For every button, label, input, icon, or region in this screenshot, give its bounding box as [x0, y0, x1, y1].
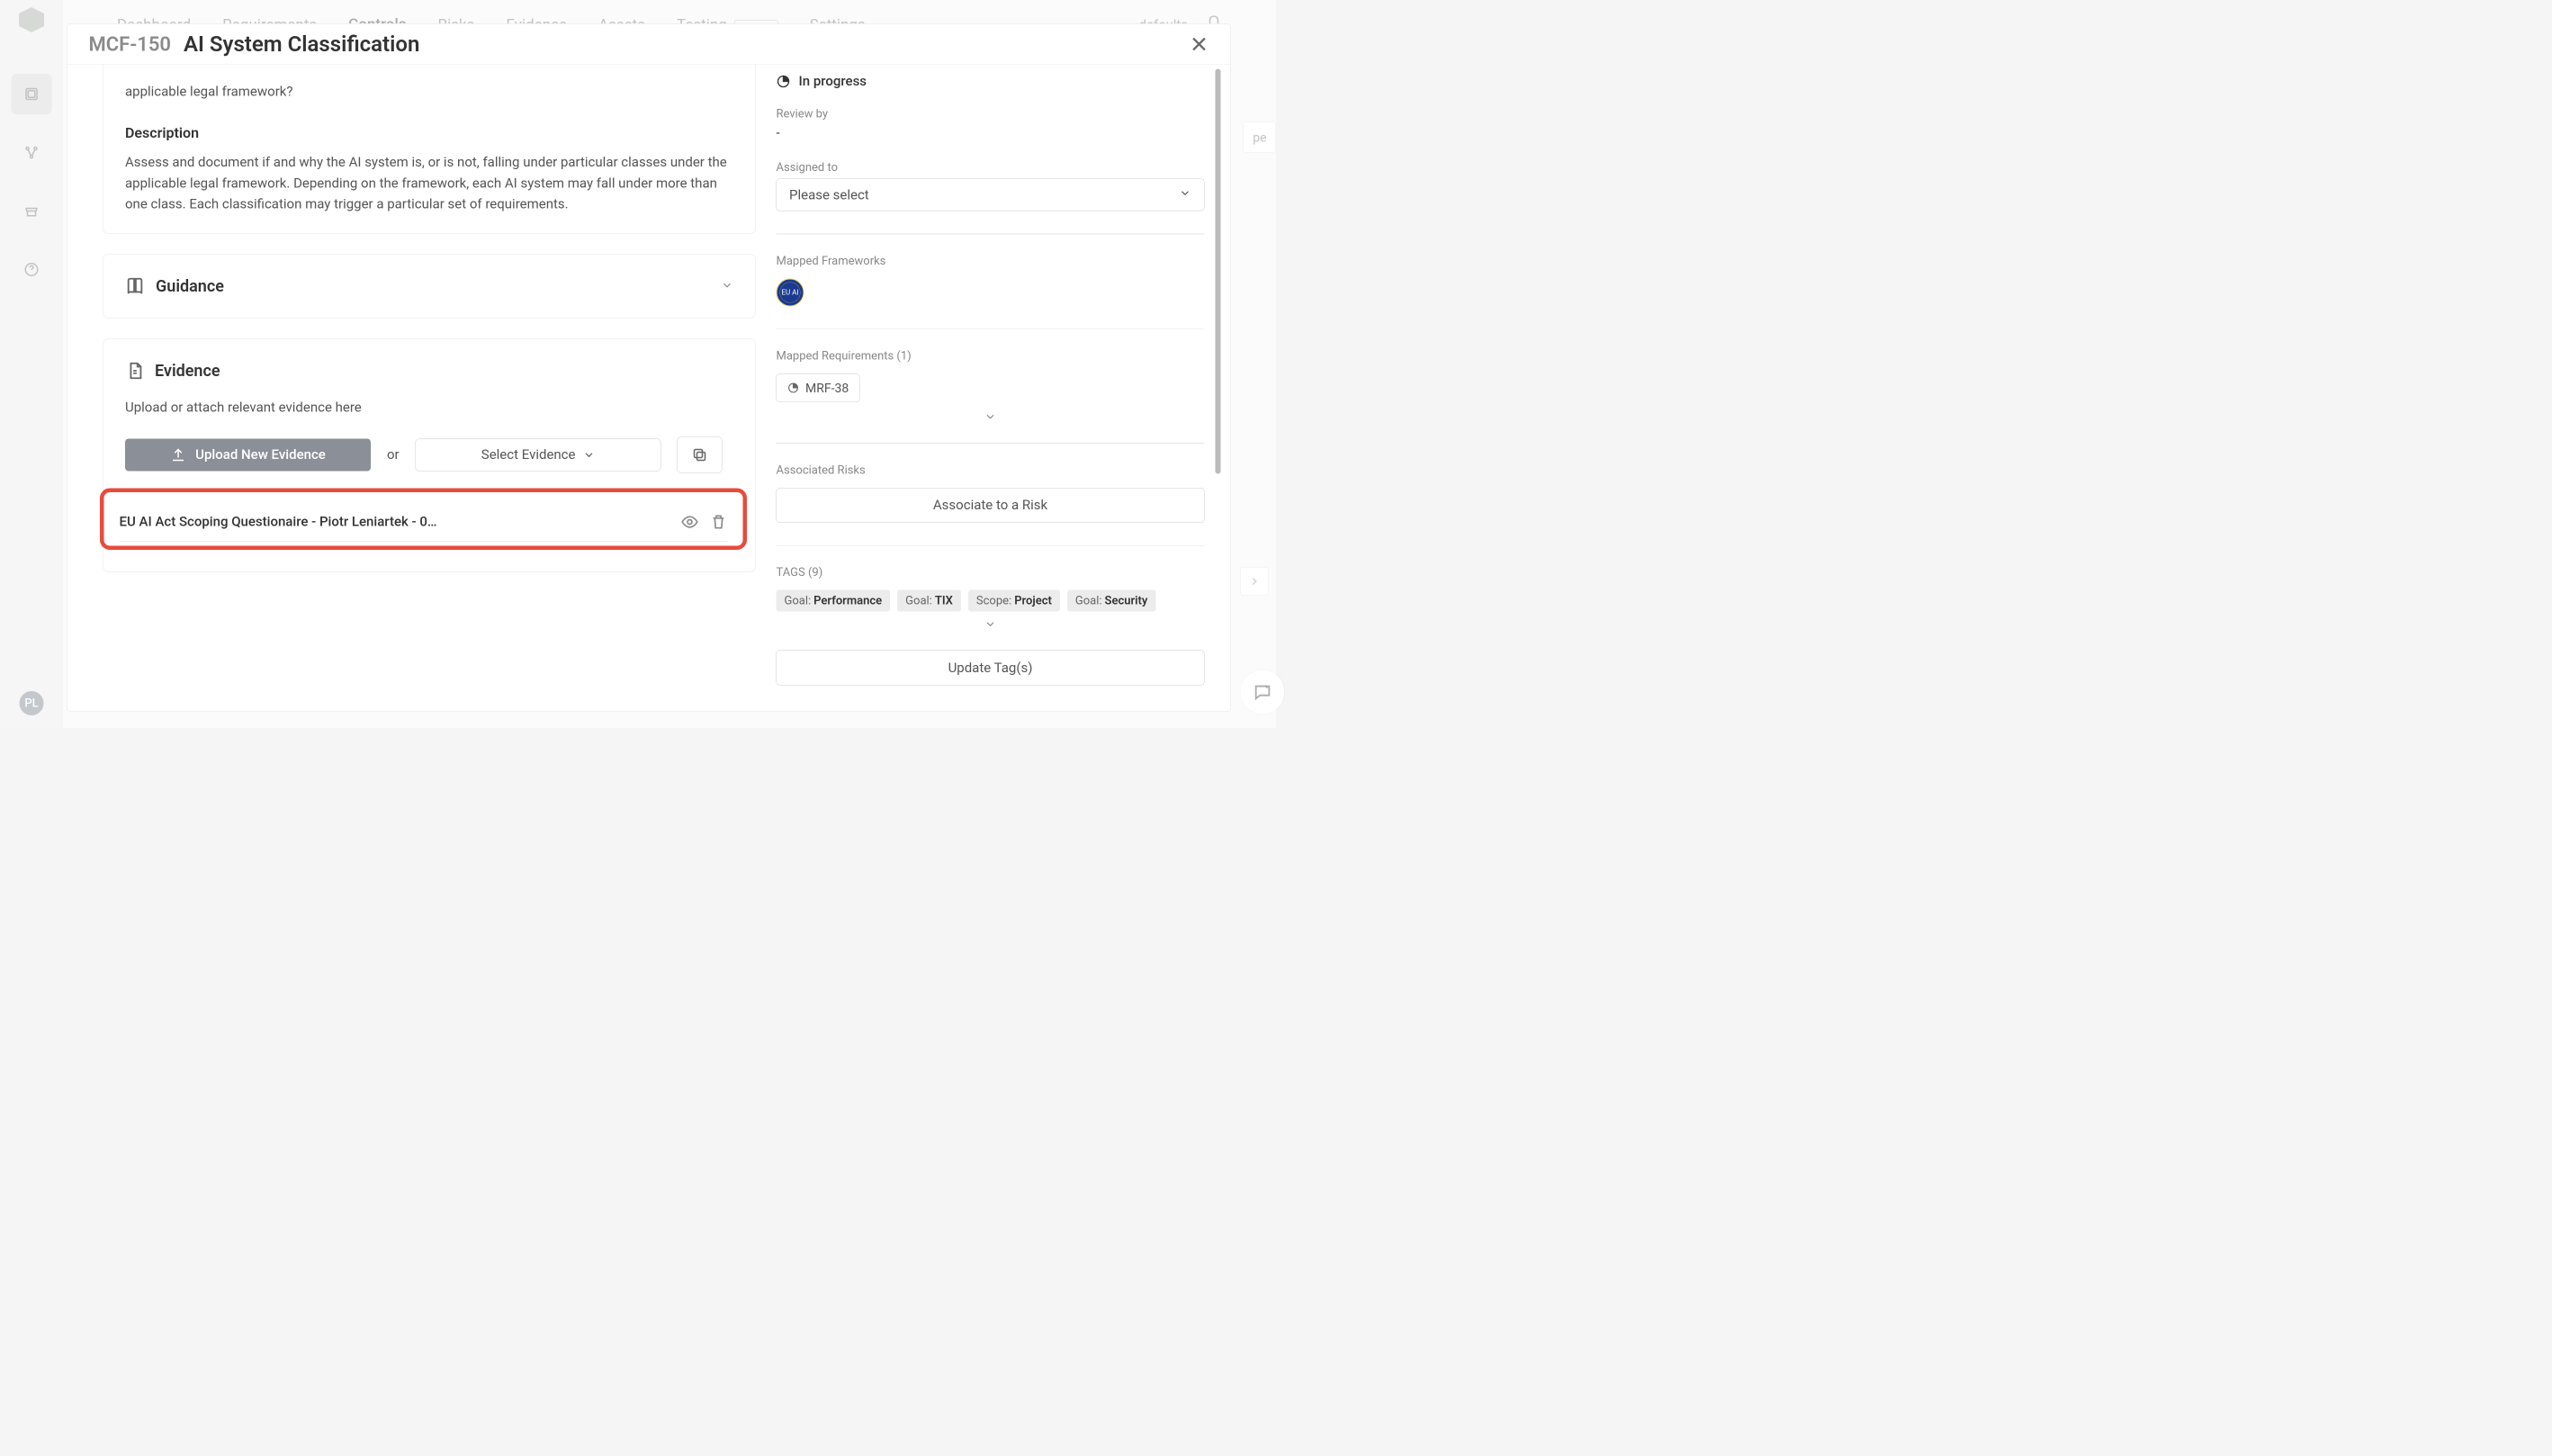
- copy-button[interactable]: [678, 436, 723, 472]
- tags-row: Goal:Performance Goal:TIX Scope:Project …: [777, 590, 1205, 612]
- modal-header: MCF-150 AI System Classification: [67, 24, 1231, 65]
- close-icon[interactable]: [1190, 34, 1209, 54]
- status-icon: [787, 382, 799, 394]
- evidence-row[interactable]: EU AI Act Scoping Questionaire - Piotr L…: [120, 503, 728, 542]
- divider: [777, 328, 1205, 329]
- assigned-to-select[interactable]: Please select: [777, 179, 1205, 211]
- status-row: In progress: [777, 74, 1205, 90]
- or-label: or: [387, 447, 400, 463]
- expand-reqs-toggle[interactable]: [777, 410, 1205, 423]
- delete-icon[interactable]: [710, 513, 728, 531]
- framework-badge-text: EU AI: [781, 288, 798, 297]
- assigned-to-label: Assigned to: [777, 161, 1205, 175]
- review-by-value: -: [777, 125, 1205, 141]
- guidance-heading: Guidance: [156, 276, 224, 295]
- file-icon: [125, 361, 145, 381]
- modal-title: AI System Classification: [184, 31, 419, 58]
- associate-risk-button[interactable]: Associate to a Risk: [777, 488, 1205, 523]
- select-evidence-label: Select Evidence: [481, 447, 576, 463]
- chevron-down-icon: [721, 279, 733, 293]
- framework-badge-euai[interactable]: EU AI: [777, 278, 804, 306]
- tag-chip[interactable]: Goal:Security: [1067, 590, 1156, 612]
- divider: [777, 545, 1205, 546]
- assigned-to-placeholder: Please select: [789, 187, 869, 203]
- evidence-heading: Evidence: [155, 361, 220, 380]
- modal-main-column: applicable legal framework? Description …: [67, 65, 756, 712]
- intro-text-partial: applicable legal framework?: [125, 82, 733, 103]
- associated-risks-label: Associated Risks: [777, 463, 1205, 477]
- upload-evidence-label: Upload New Evidence: [195, 447, 326, 463]
- modal-side-column: In progress Review by - Assigned to Plea…: [777, 65, 1223, 712]
- requirement-chip-label: MRF-38: [805, 381, 849, 396]
- scrollbar-thumb[interactable]: [1216, 69, 1221, 474]
- requirement-chip[interactable]: MRF-38: [777, 373, 860, 402]
- description-card: applicable legal framework? Description …: [103, 65, 756, 234]
- book-icon: [125, 276, 145, 296]
- evidence-card: Evidence Upload or attach relevant evide…: [103, 338, 756, 571]
- status-icon: [777, 74, 791, 88]
- evidence-row-name: EU AI Act Scoping Questionaire - Piotr L…: [120, 514, 670, 530]
- evidence-subtitle: Upload or attach relevant evidence here: [125, 400, 733, 416]
- control-modal: MCF-150 AI System Classification applica…: [67, 23, 1231, 712]
- guidance-card[interactable]: Guidance: [103, 254, 756, 318]
- upload-evidence-button[interactable]: Upload New Evidence: [125, 438, 371, 471]
- tags-label: TAGS (9): [777, 566, 1205, 580]
- chevron-down-icon: [1179, 187, 1191, 203]
- view-icon[interactable]: [681, 513, 699, 531]
- tag-chip[interactable]: Goal:Performance: [777, 590, 891, 612]
- description-body: Assess and document if and why the AI sy…: [125, 152, 733, 215]
- modal-id: MCF-150: [89, 32, 172, 56]
- status-label: In progress: [799, 74, 867, 90]
- copy-icon: [692, 446, 708, 463]
- divider: [777, 443, 1205, 444]
- description-heading: Description: [125, 124, 733, 141]
- divider: [777, 234, 1205, 235]
- select-evidence-button[interactable]: Select Evidence: [416, 438, 661, 471]
- tag-chip[interactable]: Goal:TIX: [897, 590, 961, 612]
- expand-tags-toggle[interactable]: [777, 618, 1205, 631]
- review-by-label: Review by: [777, 107, 1205, 121]
- upload-icon: [170, 446, 186, 463]
- tag-chip[interactable]: Scope:Project: [968, 590, 1060, 612]
- mapped-reqs-label: Mapped Requirements (1): [777, 349, 1205, 363]
- chevron-down-icon: [582, 448, 595, 461]
- evidence-row-highlight: EU AI Act Scoping Questionaire - Piotr L…: [100, 488, 747, 550]
- update-tags-button[interactable]: Update Tag(s): [777, 651, 1205, 686]
- mapped-frameworks-label: Mapped Frameworks: [777, 254, 1205, 267]
